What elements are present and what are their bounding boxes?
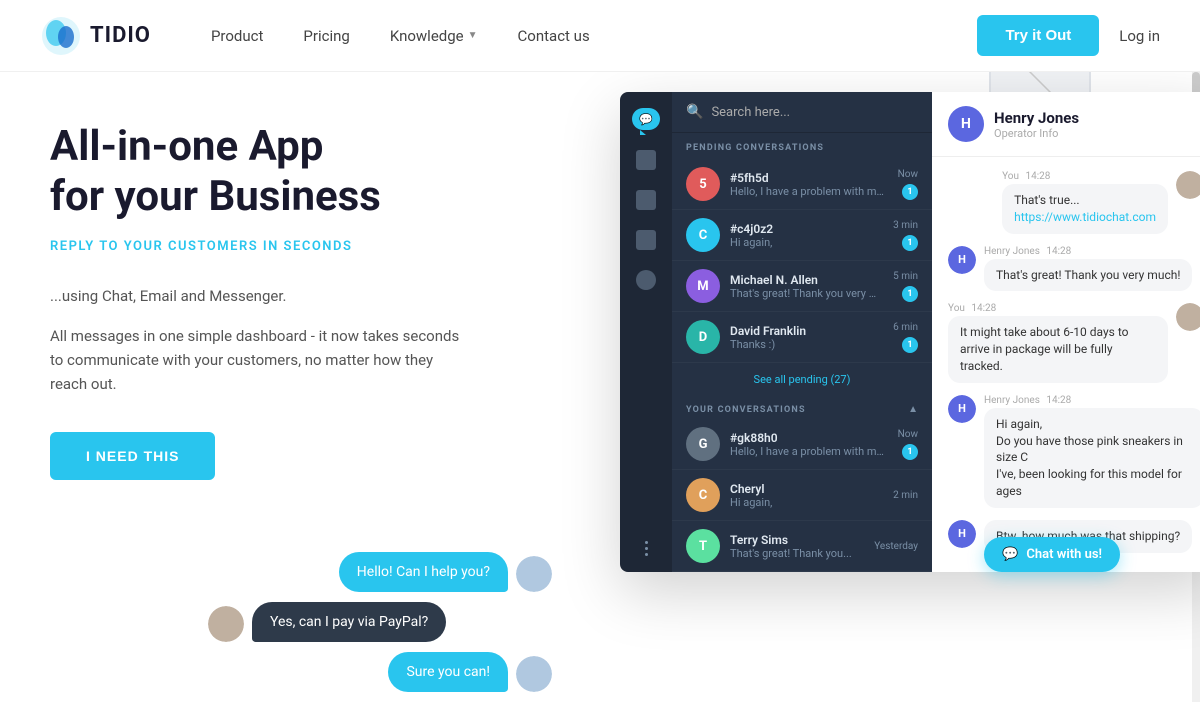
message-avatar <box>1176 171 1200 199</box>
conv-avatar: C <box>686 478 720 512</box>
try-it-out-button[interactable]: Try it Out <box>977 15 1099 56</box>
message-avatar: H <box>948 520 976 548</box>
hero-desc2: All messages in one simple dashboard - i… <box>50 324 470 396</box>
cta-button[interactable]: I NEED THIS <box>50 432 215 480</box>
nav-pricing[interactable]: Pricing <box>303 27 349 45</box>
message-avatar: H <box>948 246 976 274</box>
hero-desc1: ...using Chat, Email and Messenger. <box>50 284 470 308</box>
chat-preview-section: Hello! Can I help you? Yes, can I pay vi… <box>200 552 560 702</box>
conv-item-gk88h0[interactable]: G #gk88h0 Hello, I have a problem with m… <box>672 419 932 470</box>
message-row: H Henry Jones 14:28 Hi again,Do you have… <box>948 395 1200 508</box>
agent-avatar <box>516 656 552 692</box>
nav-contact[interactable]: Contact us <box>518 27 590 45</box>
chevron-down-icon: ▼ <box>468 30 478 41</box>
more-icon[interactable] <box>645 541 648 556</box>
contacts-icon[interactable] <box>636 190 656 210</box>
bubble-row: Yes, can I pay via PayPal? <box>200 602 560 642</box>
logo-text: TIDIO <box>90 23 151 48</box>
message-row: You 14:28 That's true...https://www.tidi… <box>948 171 1200 234</box>
conv-info: #5fh5d Hello, I have a problem with my w… <box>730 171 888 198</box>
chat-contact-name: Henry Jones <box>994 109 1079 127</box>
conv-avatar: M <box>686 269 720 303</box>
user-avatar <box>208 606 244 642</box>
hero-subtitle: REPLY TO YOUR CUSTOMERS IN SECONDS <box>50 239 620 254</box>
nav-actions: Try it Out Log in <box>977 15 1160 56</box>
chat-messages: You 14:28 That's true...https://www.tidi… <box>932 157 1200 572</box>
navbar: TIDIO Product Pricing Knowledge ▼ Contac… <box>0 0 1200 72</box>
conv-item-david[interactable]: D David Franklin Thanks :) 6 min 1 <box>672 312 932 363</box>
collapse-icon[interactable]: ▲ <box>908 404 918 415</box>
conv-item-terry[interactable]: T Terry Sims That's great! Thank you... … <box>672 521 932 572</box>
message-avatar <box>1176 303 1200 331</box>
conv-item-5fh5d[interactable]: 5 #5fh5d Hello, I have a problem with my… <box>672 159 932 210</box>
chat-icon[interactable]: 💬 <box>632 108 660 130</box>
home-icon[interactable] <box>636 150 656 170</box>
pending-label: PENDING CONVERSATIONS <box>672 133 932 159</box>
chat-icon-small: 💬 <box>1002 547 1018 562</box>
conv-avatar: D <box>686 320 720 354</box>
login-link[interactable]: Log in <box>1119 27 1160 45</box>
edit-icon[interactable] <box>636 230 656 250</box>
main-content: All-in-one App for your Business REPLY T… <box>0 72 1200 702</box>
bubble-row: Sure you can! <box>200 652 560 692</box>
chat-header: H Henry Jones Operator Info <box>932 92 1200 157</box>
conv-avatar: T <box>686 529 720 563</box>
conv-avatar: C <box>686 218 720 252</box>
message-row: H Henry Jones 14:28 That's great! Thank … <box>948 246 1200 292</box>
conv-avatar: 5 <box>686 167 720 201</box>
chat-main: H Henry Jones Operator Info You 14:28 <box>932 92 1200 572</box>
logo-icon <box>40 15 82 57</box>
search-icon: 🔍 <box>686 104 703 120</box>
message-avatar: H <box>948 395 976 423</box>
chat-header-avatar: H <box>948 106 984 142</box>
chat-with-us-button[interactable]: 💬 Chat with us! <box>984 537 1120 572</box>
conv-item-c4j0z2[interactable]: C #c4j0z2 Hi again, 3 min 1 <box>672 210 932 261</box>
chat-bubble-incoming: Yes, can I pay via PayPal? <box>252 602 446 642</box>
agent-avatar <box>516 556 552 592</box>
your-conv-label: YOUR CONVERSATIONS <box>686 405 806 415</box>
conv-item-michael[interactable]: M Michael N. Allen That's great! Thank y… <box>672 261 932 312</box>
chat-bubble-outgoing: Sure you can! <box>388 652 508 692</box>
nav-knowledge[interactable]: Knowledge ▼ <box>390 27 478 45</box>
nav-product[interactable]: Product <box>211 27 263 45</box>
nav-links: Product Pricing Knowledge ▼ Contact us <box>211 27 977 45</box>
hero-title: All-in-one App for your Business <box>50 122 620 223</box>
dashboard-panel: 💬 🔍 Search here... <box>620 92 1200 572</box>
see-all-pending[interactable]: See all pending (27) <box>672 363 932 396</box>
search-placeholder: Search here... <box>711 105 790 120</box>
bubble-row: Hello! Can I help you? <box>200 552 560 592</box>
logo[interactable]: TIDIO <box>40 15 151 57</box>
conversations-list: 🔍 Search here... PENDING CONVERSATIONS 5… <box>672 92 932 572</box>
chat-bubble-outgoing: Hello! Can I help you? <box>339 552 508 592</box>
settings-icon[interactable] <box>636 270 656 290</box>
message-row: You 14:28 It might take about 6-10 days … <box>948 303 1200 382</box>
chat-header-status: Operator Info <box>994 127 1079 140</box>
conv-avatar: G <box>686 427 720 461</box>
dashboard-sidebar: 💬 <box>620 92 672 572</box>
search-bar[interactable]: 🔍 Search here... <box>672 92 932 133</box>
conv-item-cheryl[interactable]: C Cheryl Hi again, 2 min <box>672 470 932 521</box>
